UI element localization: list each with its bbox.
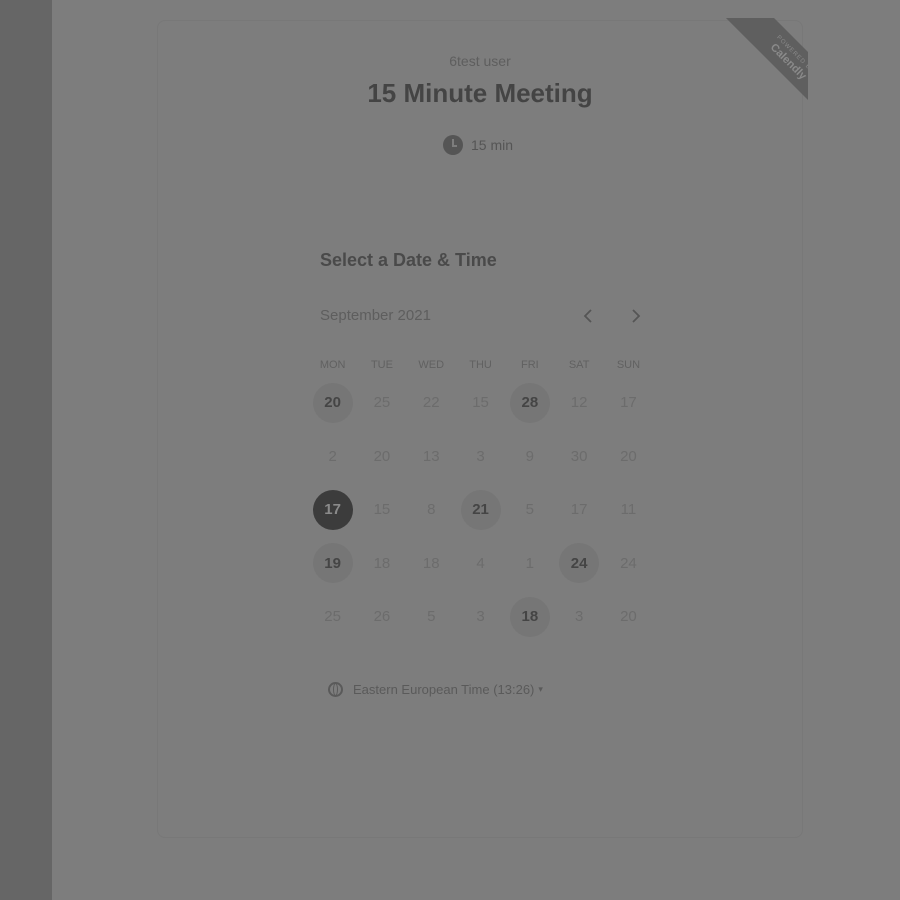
- calendar-day-label: 12: [570, 394, 588, 412]
- calendar-day-label: 26: [373, 608, 391, 626]
- left-panel-strip: [0, 0, 52, 900]
- calendar-day-available[interactable]: 21: [456, 483, 505, 537]
- calendar-day-label: 28: [509, 382, 550, 423]
- calendar-day-label: 20: [312, 382, 353, 423]
- event-duration: 15 min: [443, 134, 513, 156]
- calendar-day-available[interactable]: 28: [505, 376, 554, 430]
- event-host: 6test user: [449, 53, 511, 69]
- calendar-day: 4: [456, 537, 505, 591]
- calendar-day: 25: [357, 376, 406, 430]
- calendar-day-label: 17: [620, 394, 637, 412]
- calendar-day: 17: [604, 376, 653, 430]
- calendar-day-label: 11: [620, 501, 637, 519]
- calendar-day: 3: [456, 430, 505, 484]
- calendar-day-label: 21: [460, 489, 501, 530]
- weekday-label: FRI: [520, 359, 539, 371]
- calendar-day: 24: [604, 537, 653, 591]
- calendar-day-label: 18: [373, 554, 391, 572]
- calendar-day-label: 13: [422, 447, 440, 465]
- calendar-day-available[interactable]: 18: [505, 590, 554, 644]
- calendar-day-label: 9: [525, 447, 534, 465]
- calendar-day: 15: [456, 376, 505, 430]
- calendar-day-label: 3: [476, 447, 485, 465]
- calendar-day: 12: [554, 376, 603, 430]
- section-title: Select a Date & Time: [320, 250, 497, 270]
- calendar-day-label: 30: [570, 447, 588, 465]
- calendar-day-label: 17: [570, 501, 588, 519]
- event-title: 15 Minute Meeting: [367, 78, 593, 108]
- calendar-day-label: 17: [312, 489, 353, 530]
- clock-icon: [443, 135, 463, 155]
- calendar-days: 20 25 22 15 28 12 17 2 20 13 3 9 30 20 17 15 8 21 5 17 11 19 1…: [308, 376, 653, 644]
- calendar-day: 20: [604, 590, 653, 644]
- calendar-grid: MON TUE WED THU FRI SAT SUN 20 25 22 15 28 12 17 2 20 1…: [308, 356, 653, 644]
- weekday-label: SAT: [568, 359, 590, 371]
- calendar-day: 3: [456, 590, 505, 644]
- calendar-day: 13: [407, 430, 456, 484]
- month-label: September 2021: [320, 307, 431, 324]
- calendar-day-label: 20: [620, 447, 637, 465]
- calendar-day: 9: [505, 430, 554, 484]
- calendar-day: 1: [505, 537, 554, 591]
- calendar-day: 5: [407, 590, 456, 644]
- calendar-day-label: 22: [422, 394, 440, 412]
- calendar-day-label: 4: [476, 554, 485, 572]
- calendar-day: 15: [357, 483, 406, 537]
- weekday-label: MON: [319, 359, 346, 371]
- calendar-day-label: 5: [427, 608, 436, 626]
- weekday-label: WED: [418, 359, 445, 371]
- caret-down-icon: ▾: [538, 684, 543, 694]
- calendar-day-label: 18: [422, 554, 440, 572]
- calendar-day-label: 3: [476, 608, 485, 626]
- calendar-day: 26: [357, 590, 406, 644]
- globe-icon: [328, 682, 343, 697]
- calendar-day: 8: [407, 483, 456, 537]
- weekday-label: SUN: [616, 359, 641, 371]
- timezone-selector[interactable]: Eastern European Time (13:26) ▾: [328, 682, 543, 697]
- next-month-button[interactable]: [624, 304, 648, 328]
- weekday-header: MON TUE WED THU FRI SAT SUN: [308, 356, 653, 374]
- calendar-day-label: 24: [559, 543, 600, 584]
- calendar-day-label: 20: [620, 608, 637, 626]
- prev-month-button[interactable]: [576, 304, 600, 328]
- duration-label: 15 min: [471, 137, 514, 153]
- calendar-day: 2: [308, 430, 357, 484]
- calendar-day-label: 3: [574, 608, 584, 626]
- calendar-day-label: 25: [373, 394, 391, 412]
- powered-by-ribbon[interactable]: POWERED BY Calendly: [708, 18, 808, 126]
- calendar-day: 20: [357, 430, 406, 484]
- calendar-day: 18: [407, 537, 456, 591]
- calendar-day-label: 18: [509, 596, 550, 637]
- calendar-day: 30: [554, 430, 603, 484]
- calendar-day-label: 5: [525, 501, 534, 519]
- calendar-day-label: 20: [373, 447, 391, 465]
- calendar-day: 3: [554, 590, 603, 644]
- weekday-label: TUE: [370, 359, 393, 371]
- calendar-day: 22: [407, 376, 456, 430]
- timezone-label: Eastern European Time (13:26): [353, 682, 535, 697]
- calendar-day: 18: [357, 537, 406, 591]
- calendar-day-label: 15: [472, 394, 489, 412]
- calendar-day: 11: [604, 483, 653, 537]
- calendar-day-label: 15: [373, 501, 391, 519]
- calendar-day-label: 25: [324, 608, 341, 626]
- calendar-day: 17: [554, 483, 603, 537]
- calendar-day: 25: [308, 590, 357, 644]
- calendar-day-label: 24: [620, 554, 637, 572]
- chevron-right-icon: [632, 309, 641, 323]
- chevron-left-icon: [583, 309, 592, 323]
- calendar-day-available[interactable]: 19: [308, 537, 357, 591]
- calendar-day-label: 8: [427, 501, 436, 519]
- calendar-day: 5: [505, 483, 554, 537]
- weekday-label: THU: [469, 359, 492, 371]
- calendar-day-label: 2: [328, 447, 337, 465]
- calendar-day-selected[interactable]: 17: [308, 483, 357, 537]
- calendar-day-label: 19: [312, 543, 353, 584]
- calendar-day: 20: [604, 430, 653, 484]
- calendar-day-available[interactable]: 20: [308, 376, 357, 430]
- calendar-day-label: 1: [525, 554, 534, 572]
- calendar-day-available[interactable]: 24: [554, 537, 603, 591]
